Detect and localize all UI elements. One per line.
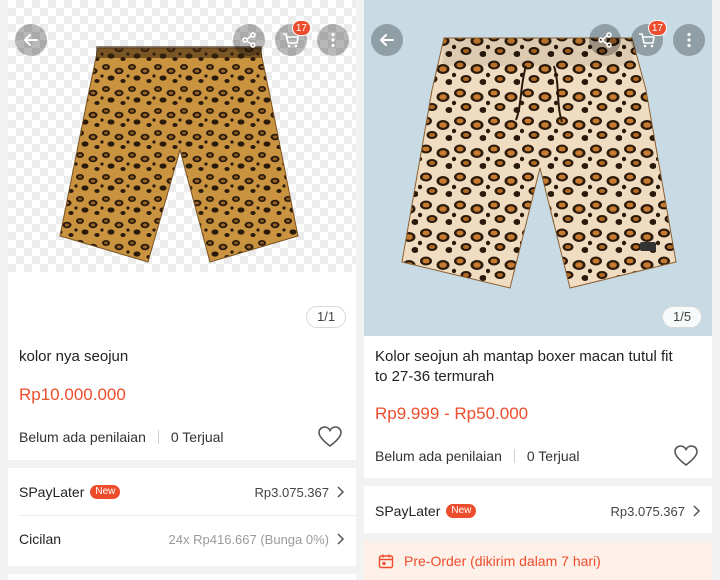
spaylater-value-group: Rp3.075.367 <box>611 504 701 519</box>
product-image <box>401 37 677 289</box>
right-edge <box>712 0 720 580</box>
cart-count-badge: 17 <box>291 20 311 36</box>
rating-text: Belum ada penilaian <box>375 448 502 464</box>
product-image-carousel[interactable]: 17 1/5 <box>364 0 712 336</box>
new-badge: New <box>90 485 121 499</box>
product-image <box>59 46 299 263</box>
image-counter: 1/1 <box>306 306 347 328</box>
spaylater-value-group: Rp3.075.367 <box>255 485 345 500</box>
preorder-banner[interactable]: Pre-Order (dikirim dalam 7 hari) <box>364 541 712 580</box>
chevron-right-icon <box>693 505 701 517</box>
image-top-strip <box>364 0 712 8</box>
meta-separator <box>513 449 515 463</box>
section-divider <box>364 533 712 541</box>
new-badge: New <box>446 504 477 518</box>
rating-sold-row: Belum ada penilaian 0 Terjual <box>19 425 356 449</box>
back-button[interactable] <box>15 24 47 56</box>
product-title: kolor nya seojun <box>19 348 129 365</box>
cart-button[interactable]: 17 <box>275 20 311 56</box>
product-price: Rp10.000.000 <box>19 385 126 404</box>
image-bottom-area <box>8 272 356 336</box>
spaylater-label: SPayLater <box>375 503 441 519</box>
preorder-text: Pre-Order (dikirim dalam 7 hari) <box>404 553 601 569</box>
product-title-line-2: to 27-36 termurah <box>375 368 495 385</box>
back-arrow-icon <box>380 34 394 46</box>
left-edge <box>0 0 8 580</box>
chevron-right-icon <box>337 533 345 545</box>
back-button[interactable] <box>371 24 403 56</box>
rating-text: Belum ada penilaian <box>19 429 146 445</box>
share-icon <box>598 32 612 48</box>
calendar-icon <box>378 554 394 569</box>
spaylater-value: Rp3.075.367 <box>254 484 329 500</box>
cicilan-value-group: 24x Rp416.667 (Bunga 0%) <box>169 532 345 547</box>
share-button[interactable] <box>589 24 621 56</box>
more-button[interactable] <box>673 24 705 56</box>
more-icon <box>331 32 335 48</box>
chevron-right-icon <box>337 486 345 498</box>
share-button[interactable] <box>233 24 265 56</box>
spaylater-label: SPayLater <box>19 484 85 500</box>
spaylater-value: Rp3.075.367 <box>610 503 685 519</box>
product-panel-right: 17 1/5 Kolor seojun ah mantap boxer maca… <box>364 0 712 580</box>
sold-count: 0 Terjual <box>526 448 580 464</box>
section-divider <box>8 460 356 468</box>
more-icon <box>687 32 691 48</box>
row-divider <box>19 515 356 516</box>
panel-gap <box>356 0 364 580</box>
heart-icon[interactable] <box>318 426 342 448</box>
cicilan-value: 24x Rp416.667 (Bunga 0%) <box>168 531 329 547</box>
rating-sold-row: Belum ada penilaian 0 Terjual <box>375 444 712 468</box>
cart-count-badge: 17 <box>647 20 667 36</box>
share-icon <box>242 32 256 48</box>
section-divider <box>8 566 356 574</box>
product-price: Rp9.999 - Rp50.000 <box>375 404 529 423</box>
back-arrow-icon <box>24 34 38 46</box>
more-button[interactable] <box>317 24 349 56</box>
cicilan-row[interactable]: Cicilan 24x Rp416.667 (Bunga 0%) <box>8 519 356 559</box>
sold-count: 0 Terjual <box>170 429 224 445</box>
heart-icon[interactable] <box>674 445 698 467</box>
product-panel-left: 17 1/1 kolor nya seojun Rp10.000.000 Bel… <box>8 0 356 580</box>
image-counter: 1/5 <box>662 306 703 328</box>
cicilan-label: Cicilan <box>19 531 62 547</box>
spaylater-row[interactable]: SPayLater New Rp3.075.367 <box>8 472 356 512</box>
cart-button[interactable]: 17 <box>631 20 667 56</box>
meta-separator <box>157 430 159 444</box>
product-image-carousel[interactable]: 17 1/1 <box>8 0 356 336</box>
product-title-line-1: Kolor seojun ah mantap boxer macan tutul… <box>375 348 673 365</box>
section-divider <box>364 478 712 486</box>
spaylater-row[interactable]: SPayLater New Rp3.075.367 <box>364 491 712 531</box>
